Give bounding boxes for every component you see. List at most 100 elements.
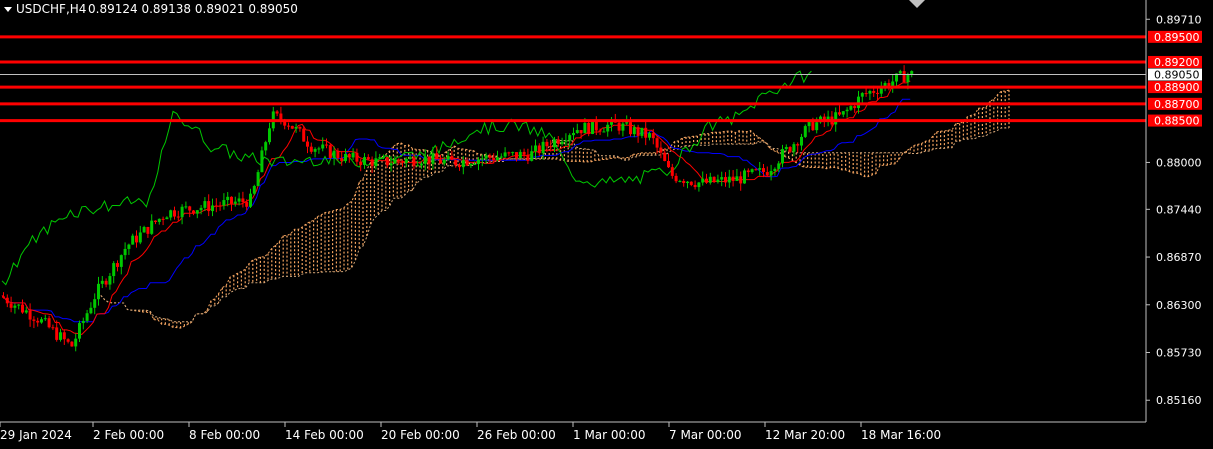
candle-body xyxy=(363,157,366,165)
candle-body xyxy=(275,111,279,114)
candle-body xyxy=(169,210,173,218)
candle-body xyxy=(712,176,716,183)
candle-body xyxy=(549,146,553,148)
x-tick-label: 2 Feb 00:00 xyxy=(93,428,164,442)
candle-body xyxy=(484,155,488,159)
candle-body xyxy=(355,152,359,162)
candle-body xyxy=(40,319,43,323)
candle-body xyxy=(249,193,252,207)
candle-body xyxy=(78,323,81,339)
candle-body xyxy=(408,157,412,159)
candle-body xyxy=(693,184,697,188)
candle-body xyxy=(294,126,298,129)
candle-body xyxy=(655,138,659,148)
candle-body xyxy=(359,161,363,165)
candle-body xyxy=(85,313,89,321)
candle-body xyxy=(298,126,302,129)
candle-body xyxy=(678,180,682,182)
candle-body xyxy=(621,123,625,131)
candle-body xyxy=(602,131,606,133)
candle-body xyxy=(568,135,572,141)
candle-body xyxy=(731,176,735,181)
candle-body xyxy=(803,126,807,137)
candle-body xyxy=(412,157,416,166)
candle-body xyxy=(716,179,720,183)
candle-body xyxy=(469,164,473,166)
price-chart[interactable]: 0.89500 0.89200 0.88900 0.88700 0.88500 0.890… xyxy=(0,0,1213,445)
level-price-label: 0.88700 xyxy=(1154,98,1200,111)
candle-body xyxy=(503,152,507,157)
candle-body xyxy=(815,122,819,131)
candle-body xyxy=(572,133,575,136)
candle-body xyxy=(192,210,195,214)
candle-body xyxy=(397,159,401,162)
candle-body xyxy=(366,157,370,160)
candle-body xyxy=(872,91,876,93)
candle-body xyxy=(477,159,480,165)
candle-body xyxy=(898,71,902,74)
candle-body xyxy=(689,181,693,185)
candle-body xyxy=(309,146,313,152)
chart-window[interactable]: 0.89500 0.89200 0.88900 0.88700 0.88500 0.890… xyxy=(0,0,1213,445)
candle-body xyxy=(697,182,701,188)
candle-body xyxy=(59,332,62,340)
candle-body xyxy=(864,93,868,95)
candle-body xyxy=(138,232,142,243)
candle-body xyxy=(522,151,526,155)
candle-body xyxy=(393,159,397,164)
y-tick-label: 0.85730 xyxy=(1156,347,1202,360)
y-tick-label: 0.86870 xyxy=(1156,251,1202,264)
candle-body xyxy=(545,141,549,147)
candle-body xyxy=(351,152,355,158)
x-tick-label: 18 Mar 16:00 xyxy=(861,428,941,442)
candle-body xyxy=(541,141,545,154)
candle-body xyxy=(534,145,537,152)
candle-body xyxy=(256,172,260,187)
candle-body xyxy=(838,112,841,115)
current-price-label: 0.89050 xyxy=(1154,69,1200,82)
candle-body xyxy=(708,176,712,183)
candle-body xyxy=(241,198,245,203)
candle-body xyxy=(598,130,602,132)
candle-body xyxy=(306,141,309,147)
x-tick-label: 7 Mar 00:00 xyxy=(669,428,742,442)
candle-body xyxy=(146,227,150,234)
candle-body xyxy=(560,141,564,144)
candle-body xyxy=(461,160,465,168)
candle-body xyxy=(845,109,849,112)
candle-body xyxy=(233,201,237,204)
candle-body xyxy=(382,157,385,159)
candle-body xyxy=(123,248,127,256)
candle-body xyxy=(325,144,328,146)
candle-body xyxy=(184,206,188,208)
candle-body xyxy=(100,280,104,284)
candle-body xyxy=(720,177,724,180)
candle-body xyxy=(230,196,233,204)
x-tick-label: 20 Feb 00:00 xyxy=(381,428,460,442)
candle-body xyxy=(515,152,518,159)
candle-body xyxy=(667,160,670,168)
candle-body xyxy=(853,106,857,109)
candle-body xyxy=(203,201,207,208)
candle-body xyxy=(268,128,271,143)
candle-body xyxy=(648,133,651,138)
candle-body xyxy=(743,170,746,184)
candle-body xyxy=(735,176,739,181)
level-price-label: 0.89500 xyxy=(1154,31,1200,44)
candle-body xyxy=(784,147,788,150)
candle-body xyxy=(435,153,439,160)
candle-body xyxy=(765,172,769,176)
candle-body xyxy=(290,125,294,129)
candle-body xyxy=(427,156,431,164)
candle-body xyxy=(670,167,674,176)
candle-body xyxy=(389,163,393,166)
candle-body xyxy=(32,319,36,321)
candle-body xyxy=(511,152,515,154)
candle-body xyxy=(564,140,568,142)
candle-body xyxy=(287,125,290,127)
candle-body xyxy=(686,181,689,184)
candle-body xyxy=(404,158,408,163)
candle-body xyxy=(492,157,496,161)
candle-body xyxy=(796,144,800,146)
candle-body xyxy=(127,244,131,249)
